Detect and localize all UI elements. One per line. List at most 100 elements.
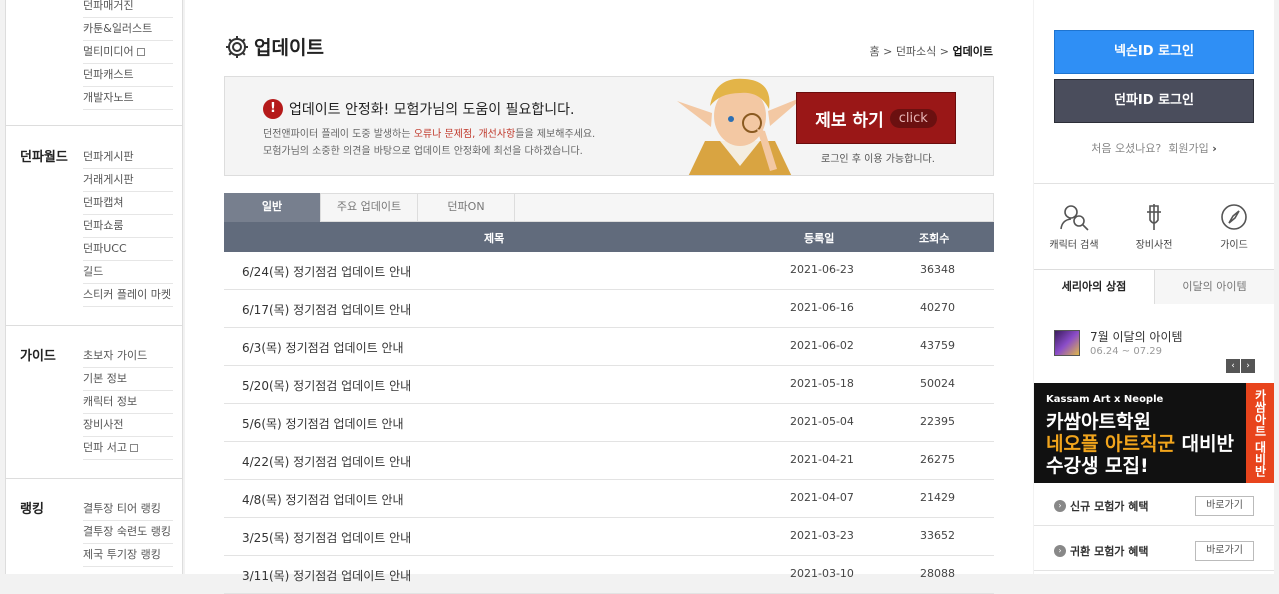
row-title[interactable]: 4/8(목) 정기점검 업데이트 안내 [242,491,404,508]
ad-side-band: 카쌈아트 대비반 [1246,383,1274,483]
row-title[interactable]: 5/6(목) 정기점검 업데이트 안내 [242,415,404,432]
nav-item-mastery-ranking[interactable]: 결투장 숙련도 랭킹 [83,521,173,544]
page-title-text: 업데이트 [254,37,324,59]
banner-line1-highlight: 오류나 문제점, 개선사항 [413,129,516,140]
breadcrumb-section[interactable]: 던파소식 [896,45,936,58]
row-date: 2021-04-21 [790,453,854,466]
advertisement-banner[interactable]: Kassam Art x Neople 카쌈아트학원 네오플 아트직군 대비반 … [1034,383,1274,483]
nav-item-beginner-guide[interactable]: 초보자 가이드 [83,345,173,368]
prev-arrow-icon[interactable]: ‹ [1226,359,1240,373]
table-row[interactable]: 6/24(목) 정기점검 업데이트 안내 2021-06-23 36348 [224,252,994,290]
nav-divider [6,325,182,326]
dnf-login-button[interactable]: 던파ID 로그인 [1054,79,1254,123]
table-row[interactable]: 4/22(목) 정기점검 업데이트 안내 2021-04-21 26275 [224,442,994,480]
report-button[interactable]: 제보 하기 click [796,92,956,144]
nav-item-character-info[interactable]: 캐릭터 정보 [83,391,173,414]
benefit-go-button[interactable]: 바로가기 [1195,541,1254,561]
ad-line4: 수강생 모집! [1046,455,1149,477]
breadcrumb-current: 업데이트 [952,45,993,58]
quick-label: 가이드 [1220,240,1248,251]
breadcrumb-home[interactable]: 홈 [869,45,879,58]
quick-equipment-dict[interactable]: 장비사전 [1114,202,1194,251]
tab-seria-shop[interactable]: 세리아의 상점 [1034,270,1154,304]
row-date: 2021-05-18 [790,377,854,390]
nav-item-cartoon[interactable]: 카툰&일러스트 [83,18,173,41]
report-banner: ! 업데이트 안정화! 모험가님의 도움이 필요합니다. 던전앤파이터 플레이 … [224,76,994,176]
table-row[interactable]: 4/8(목) 정기점검 업데이트 안내 2021-04-07 21429 [224,480,994,518]
breadcrumb-separator: > [883,45,893,58]
row-title[interactable]: 6/3(목) 정기점검 업데이트 안내 [242,339,404,356]
row-title[interactable]: 5/20(목) 정기점검 업데이트 안내 [242,377,411,394]
banner-description-line2: 모험가님의 소중한 의견을 바탕으로 업데이트 안정화에 최선을 다하겠습니다. [263,146,583,157]
row-title[interactable]: 6/24(목) 정기점검 업데이트 안내 [242,263,411,280]
nav-item-guild[interactable]: 길드 [83,261,173,284]
tab-general[interactable]: 일반 [224,193,321,222]
row-date: 2021-06-23 [790,263,854,276]
nav-item-arena-ranking[interactable]: 제국 투기장 랭킹 [83,544,173,567]
row-title[interactable]: 6/17(목) 정기점검 업데이트 안내 [242,301,411,318]
nav-item-multimedia[interactable]: 멀티미디어 [83,41,173,64]
row-date: 2021-03-23 [790,529,854,542]
table-header: 제목 등록일 조회수 [224,222,994,252]
banner-description-line1: 던전앤파이터 플레이 도중 발생하는 오류나 문제점, 개선사항들을 제보해주세… [263,125,595,140]
shop-tabs: 세리아의 상점 이달의 아이템 [1034,269,1274,304]
nav-item-sticker-market[interactable]: 스티커 플레이 마켓 [83,284,173,307]
nav-section-title: 가이드 [20,349,56,364]
nav-item-trade-board[interactable]: 거래게시판 [83,169,173,192]
nav-item-board[interactable]: 던파게시판 [83,146,173,169]
quick-menu: 캐릭터 검색 장비사전 가이드 [1034,183,1274,268]
table-row[interactable]: 3/25(목) 정기점검 업데이트 안내 2021-03-23 33652 [224,518,994,556]
nav-item-equipment-dict[interactable]: 장비사전 [83,414,173,437]
chevron-right-icon: › [1212,142,1217,155]
nav-item-ucc[interactable]: 던파UCC [83,238,173,261]
table-row[interactable]: 5/20(목) 정기점검 업데이트 안내 2021-05-18 50024 [224,366,994,404]
nav-item-capture[interactable]: 던파캡쳐 [83,192,173,215]
row-views: 40270 [920,301,955,314]
row-views: 36348 [920,263,955,276]
nav-item-showroom[interactable]: 던파쇼룸 [83,215,173,238]
row-title[interactable]: 3/25(목) 정기점검 업데이트 안내 [242,529,411,546]
gear-icon [226,35,248,58]
table-row[interactable]: 6/3(목) 정기점검 업데이트 안내 2021-06-02 43759 [224,328,994,366]
update-tabs: 일반 주요 업데이트 던파ON [224,193,994,222]
tab-monthly-item[interactable]: 이달의 아이템 [1154,270,1274,304]
nexon-login-button[interactable]: 넥슨ID 로그인 [1054,30,1254,74]
nav-item-dev-note[interactable]: 개발자노트 [83,87,173,110]
benefit-go-button[interactable]: 바로가기 [1195,496,1254,516]
breadcrumb: 홈 > 던파소식 > 업데이트 [869,43,993,59]
row-views: 43759 [920,339,955,352]
table-row[interactable]: 3/11(목) 정기점검 업데이트 안내 2021-03-10 28088 [224,556,994,594]
next-arrow-icon[interactable]: › [1241,359,1255,373]
row-date: 2021-04-07 [790,491,854,504]
nav-item-tier-ranking[interactable]: 결투장 티어 랭킹 [83,498,173,521]
column-header-title: 제목 [484,232,505,245]
ad-line3-rest: 대비반 [1174,433,1235,455]
banner-headline-text: 업데이트 안정화! 모험가님의 도움이 필요합니다. [289,102,575,118]
quick-guide[interactable]: 가이드 [1194,202,1274,251]
ad-line1: Kassam Art x Neople [1046,394,1164,405]
row-title[interactable]: 3/11(목) 정기점검 업데이트 안내 [242,567,411,584]
login-note: 로그인 후 이용 가능합니다. [821,154,935,165]
row-views: 22395 [920,415,955,428]
table-row[interactable]: 6/17(목) 정기점검 업데이트 안내 2021-06-16 40270 [224,290,994,328]
sword-icon [1147,204,1161,230]
join-link[interactable]: 회원가입 [1168,142,1208,155]
nav-section-title: 던파월드 [20,150,68,165]
tab-major-update[interactable]: 주요 업데이트 [321,193,418,222]
tab-dnf-on[interactable]: 던파ON [418,193,515,222]
banner-headline: ! 업데이트 안정화! 모험가님의 도움이 필요합니다. [263,99,574,119]
external-link-icon [129,444,138,452]
nav-section-title: 랭킹 [20,502,44,517]
nav-item-basic-info[interactable]: 기본 정보 [83,368,173,391]
nav-item-dnf-library[interactable]: 던파 서고 [83,437,173,460]
table-row[interactable]: 5/6(목) 정기점검 업데이트 안내 2021-05-04 22395 [224,404,994,442]
compass-icon [1221,204,1247,230]
join-prompt: 처음 오셨나요? 회원가입 › [1034,140,1274,156]
nav-item-dnf-magazine[interactable]: 던파매거진 [83,0,173,18]
nav-item-dnf-cast[interactable]: 던파캐스트 [83,64,173,87]
row-title[interactable]: 4/22(목) 정기점검 업데이트 안내 [242,453,411,470]
item-period: 06.24 ~ 07.29 [1090,346,1162,357]
character-search-icon [1060,205,1089,231]
report-button-click: click [889,108,937,128]
quick-character-search[interactable]: 캐릭터 검색 [1034,202,1114,251]
